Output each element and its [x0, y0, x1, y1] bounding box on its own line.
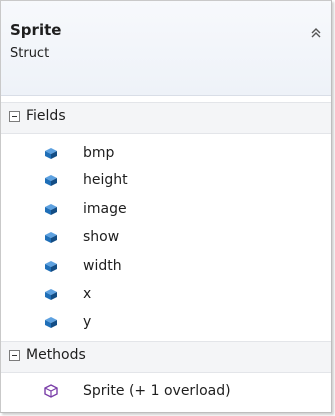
- field-item-show[interactable]: show: [1, 224, 331, 251]
- field-cube-icon: [45, 289, 57, 300]
- field-cube-icon: [45, 204, 57, 215]
- fields-section-header[interactable]: Fields: [1, 102, 331, 134]
- field-name: height: [83, 172, 128, 188]
- method-cube-icon: [44, 384, 58, 398]
- field-name: x: [83, 286, 92, 302]
- field-cube-icon: [45, 175, 57, 186]
- field-item-image[interactable]: image: [1, 196, 331, 223]
- method-name: Sprite (+ 1 overload): [83, 383, 231, 399]
- double-chevron-up-icon[interactable]: [309, 25, 323, 39]
- field-cube-icon: [45, 317, 57, 328]
- field-item-x[interactable]: x: [1, 281, 331, 308]
- field-name: width: [83, 258, 122, 274]
- field-cube-icon: [45, 261, 57, 272]
- field-item-width[interactable]: width: [1, 253, 331, 280]
- methods-section-label: Methods: [26, 347, 86, 363]
- type-kind: Struct: [10, 46, 50, 61]
- minus-box-icon[interactable]: [9, 350, 20, 361]
- field-cube-icon: [45, 232, 57, 243]
- field-name: show: [83, 229, 120, 245]
- method-item-sprite[interactable]: Sprite (+ 1 overload): [1, 378, 331, 405]
- field-cube-icon: [45, 148, 57, 159]
- shape-header: Sprite Struct: [1, 1, 331, 96]
- methods-section-header[interactable]: Methods: [1, 341, 331, 373]
- class-diagram-shape[interactable]: Sprite Struct Fields bmp height image sh…: [0, 0, 332, 413]
- field-item-height[interactable]: height: [1, 167, 331, 194]
- field-item-y[interactable]: y: [1, 309, 331, 336]
- minus-box-icon[interactable]: [9, 111, 20, 122]
- field-name: bmp: [83, 145, 115, 161]
- type-name: Sprite: [10, 21, 62, 39]
- field-item-bmp[interactable]: bmp: [1, 140, 331, 167]
- field-name: image: [83, 201, 127, 217]
- field-name: y: [83, 314, 92, 330]
- fields-section-label: Fields: [26, 108, 66, 124]
